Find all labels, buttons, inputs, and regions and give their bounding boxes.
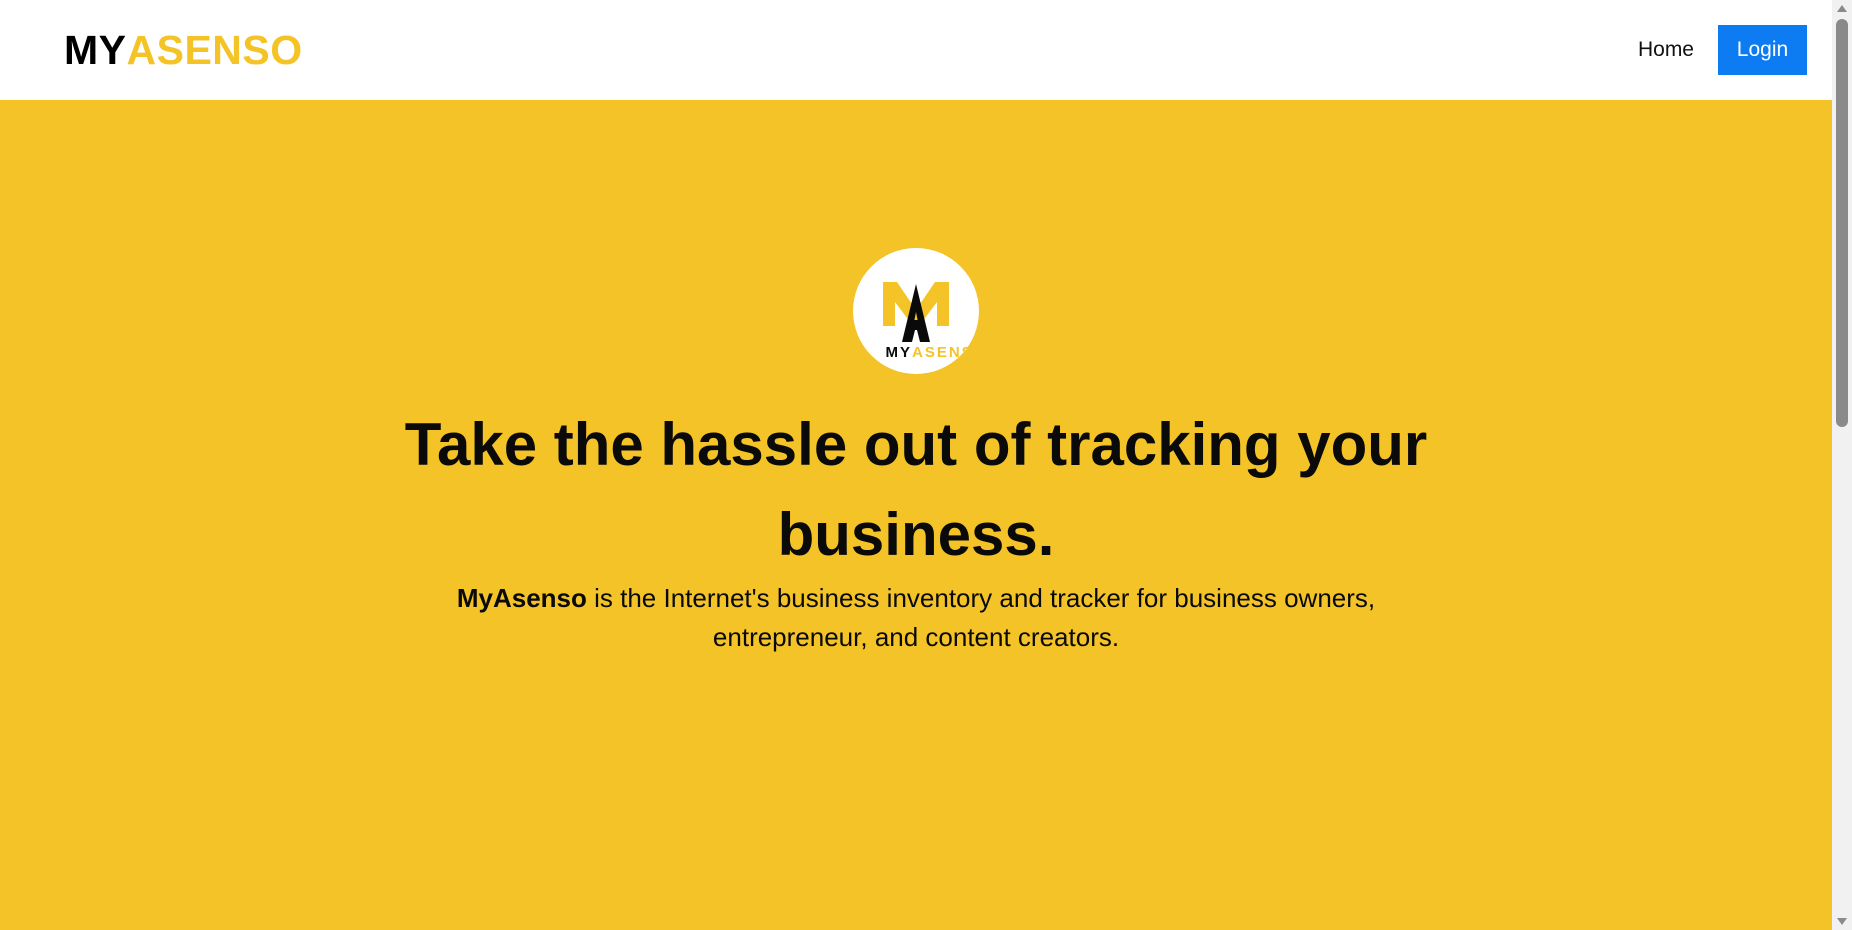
login-button[interactable]: Login [1718,25,1807,75]
hero-title: Take the hassle out of tracking your bus… [0,400,1832,580]
scroll-down-button[interactable] [1832,913,1852,930]
hero-subtitle-text-1: is the Internet's business inventory and… [586,583,1376,613]
triangle-down-icon [1837,918,1847,925]
nav-menu: Home Login [1614,25,1807,75]
hero-section: MY ASENSO Take the hassle out of trackin… [0,100,1832,930]
navbar: MY ASENSO Home Login [0,0,1832,100]
triangle-up-icon [1837,5,1847,12]
hero-subtitle: MyAsenso is the Internet's business inve… [0,579,1832,657]
page: MYASENSO Home Login MY ASENSO Take the h… [0,0,1852,930]
hero-title-line-1: Take the hassle out of tracking your [404,411,1428,478]
myasenso-logo-icon: MY ASENSO [883,282,979,361]
brand-logo-link[interactable]: MY ASENSO [64,0,303,100]
logo-text-asenso: ASENSO [912,344,979,361]
brand-my: MY [64,26,127,73]
hero-subtitle-line-1: MyAsenso is the Internet's business inve… [0,579,1832,618]
scroll-up-button[interactable] [1832,0,1852,17]
logo-text-my: MY [886,344,913,361]
scrollbar-thumb[interactable] [1836,19,1848,427]
hero-subtitle-line-2: entrepreneur, and content creators. [712,622,1120,652]
hero-subtitle-brand: MyAsenso [456,583,587,613]
hero-title-line-2: business. [777,501,1055,568]
nav-home-link[interactable]: Home [1614,38,1718,62]
brand-asenso: ASENSO [126,26,303,73]
myasenso-logo-badge: MY ASENSO [853,248,979,374]
vertical-scrollbar[interactable] [1832,0,1852,930]
